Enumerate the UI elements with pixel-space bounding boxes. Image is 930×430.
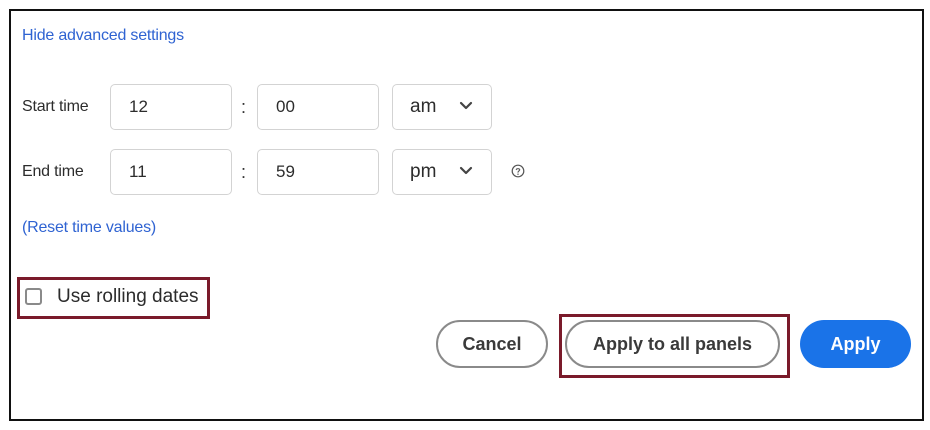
- help-circle-icon[interactable]: [511, 164, 525, 178]
- apply-button[interactable]: Apply: [800, 320, 911, 368]
- apply-to-all-panels-button[interactable]: Apply to all panels: [565, 320, 780, 368]
- end-time-separator: :: [241, 162, 247, 182]
- chevron-down-icon: [459, 166, 473, 175]
- reset-time-values-link[interactable]: (Reset time values): [22, 219, 156, 237]
- end-time-label: End time: [22, 163, 84, 180]
- chevron-down-icon: [459, 101, 473, 110]
- start-period-select[interactable]: am: [392, 84, 492, 130]
- cancel-button[interactable]: Cancel: [436, 320, 548, 368]
- hide-advanced-settings-link[interactable]: Hide advanced settings: [22, 27, 184, 45]
- start-time-label: Start time: [22, 98, 89, 115]
- rolling-dates-checkbox[interactable]: [25, 288, 42, 305]
- start-time-separator: :: [241, 97, 247, 117]
- rolling-dates-label[interactable]: Use rolling dates: [57, 286, 199, 308]
- start-period-value: am: [410, 96, 437, 117]
- end-hour-input[interactable]: [110, 149, 232, 195]
- end-minute-input[interactable]: [257, 149, 379, 195]
- start-hour-input[interactable]: [110, 84, 232, 130]
- start-minute-input[interactable]: [257, 84, 379, 130]
- end-period-value: pm: [410, 161, 437, 182]
- end-period-select[interactable]: pm: [392, 149, 492, 195]
